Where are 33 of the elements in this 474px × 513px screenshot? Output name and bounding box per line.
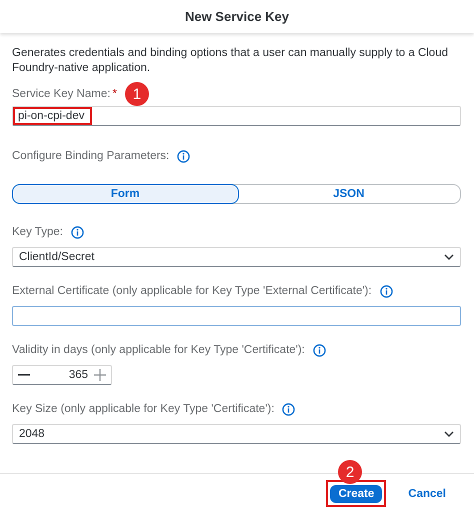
segment-button[interactable]: Form <box>12 184 238 204</box>
required-mark: * <box>112 88 117 100</box>
field-label: External Certificate (only applicable for Key Type 'External Certificate'): <box>12 285 372 297</box>
field-label: Key Size (only applicable for Key Type 'Certificate'): <box>12 403 274 415</box>
step-value: 365 <box>68 369 88 381</box>
info-icon[interactable] <box>70 226 84 238</box>
step-input[interactable]: 365 <box>12 365 112 385</box>
field-label: Key Type: <box>12 226 63 238</box>
step-badge: 2 <box>338 460 362 484</box>
info-icon[interactable] <box>177 150 190 162</box>
description-text: Generates credentials and binding options that a user can manually supply to a Cloud Foundry-native application. <box>12 46 449 76</box>
field-label: Validity in days (only applicable for Key Type 'Certificate'): <box>12 344 305 356</box>
chevron-down-icon <box>444 431 454 437</box>
input-field[interactable]: pi-on-cpi-dev <box>12 106 461 126</box>
segment-button[interactable]: JSON <box>236 184 461 204</box>
select-value: 2048 <box>19 428 45 440</box>
field-label: Service Key Name: <box>12 88 110 100</box>
step-badge: 1 <box>124 82 149 106</box>
field-label: Configure Binding Parameters: <box>12 150 170 162</box>
select-field[interactable]: ClientId/Secret <box>12 247 461 267</box>
plus-icon[interactable] <box>94 369 106 381</box>
input-field[interactable] <box>12 306 461 326</box>
chevron-down-icon <box>444 254 454 260</box>
field-value: pi-on-cpi-dev <box>13 107 92 125</box>
info-icon[interactable] <box>282 402 296 416</box>
info-icon[interactable] <box>312 344 326 356</box>
select-field[interactable]: 2048 <box>12 424 461 444</box>
dialog-title: New Service Key <box>184 9 290 24</box>
cancel-button[interactable]: Cancel <box>400 485 454 503</box>
select-value: ClientId/Secret <box>19 251 94 263</box>
create-button[interactable]: Create <box>330 485 382 503</box>
minus-icon[interactable] <box>18 374 30 376</box>
info-icon[interactable] <box>380 284 393 298</box>
